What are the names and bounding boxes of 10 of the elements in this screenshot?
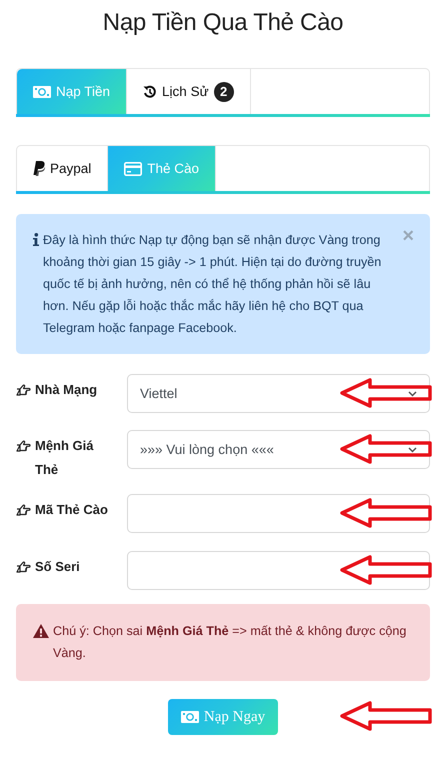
field-label: Mệnh Giá Thẻ	[35, 437, 95, 479]
info-message: Đây là hình thức Nạp tự động bạn sẽ nhận được Vàng trong khoảng thời gian 15 giây -> 1 phút. Hiện tại do đường truyền quốc tế bị ảnh hưởng, nên có thể hệ thống phản hồi sẽ lâu hơn. Nếu gặp lỗi hoặc thắc mắc hãy liên hệ cho BQT qua Telegram hoặc fanpage Facebook.	[43, 232, 382, 337]
count-badge: 2	[214, 82, 234, 102]
page-title: Nạp Tiền Qua Thẻ Cào	[102, 8, 344, 38]
warning-message: Chú ý: Chọn sai Mệnh Giá Thẻ => mất thẻ & không được cộng Vàng.	[53, 623, 408, 662]
select-field[interactable]: »»» Vui lòng chọn «««	[127, 430, 430, 469]
field-label: Mã Thẻ Cào	[35, 501, 109, 519]
field-label: Nhà Mạng	[35, 381, 98, 399]
select-field[interactable]: Viettel	[127, 374, 430, 413]
field-label: Số Seri	[35, 558, 81, 576]
